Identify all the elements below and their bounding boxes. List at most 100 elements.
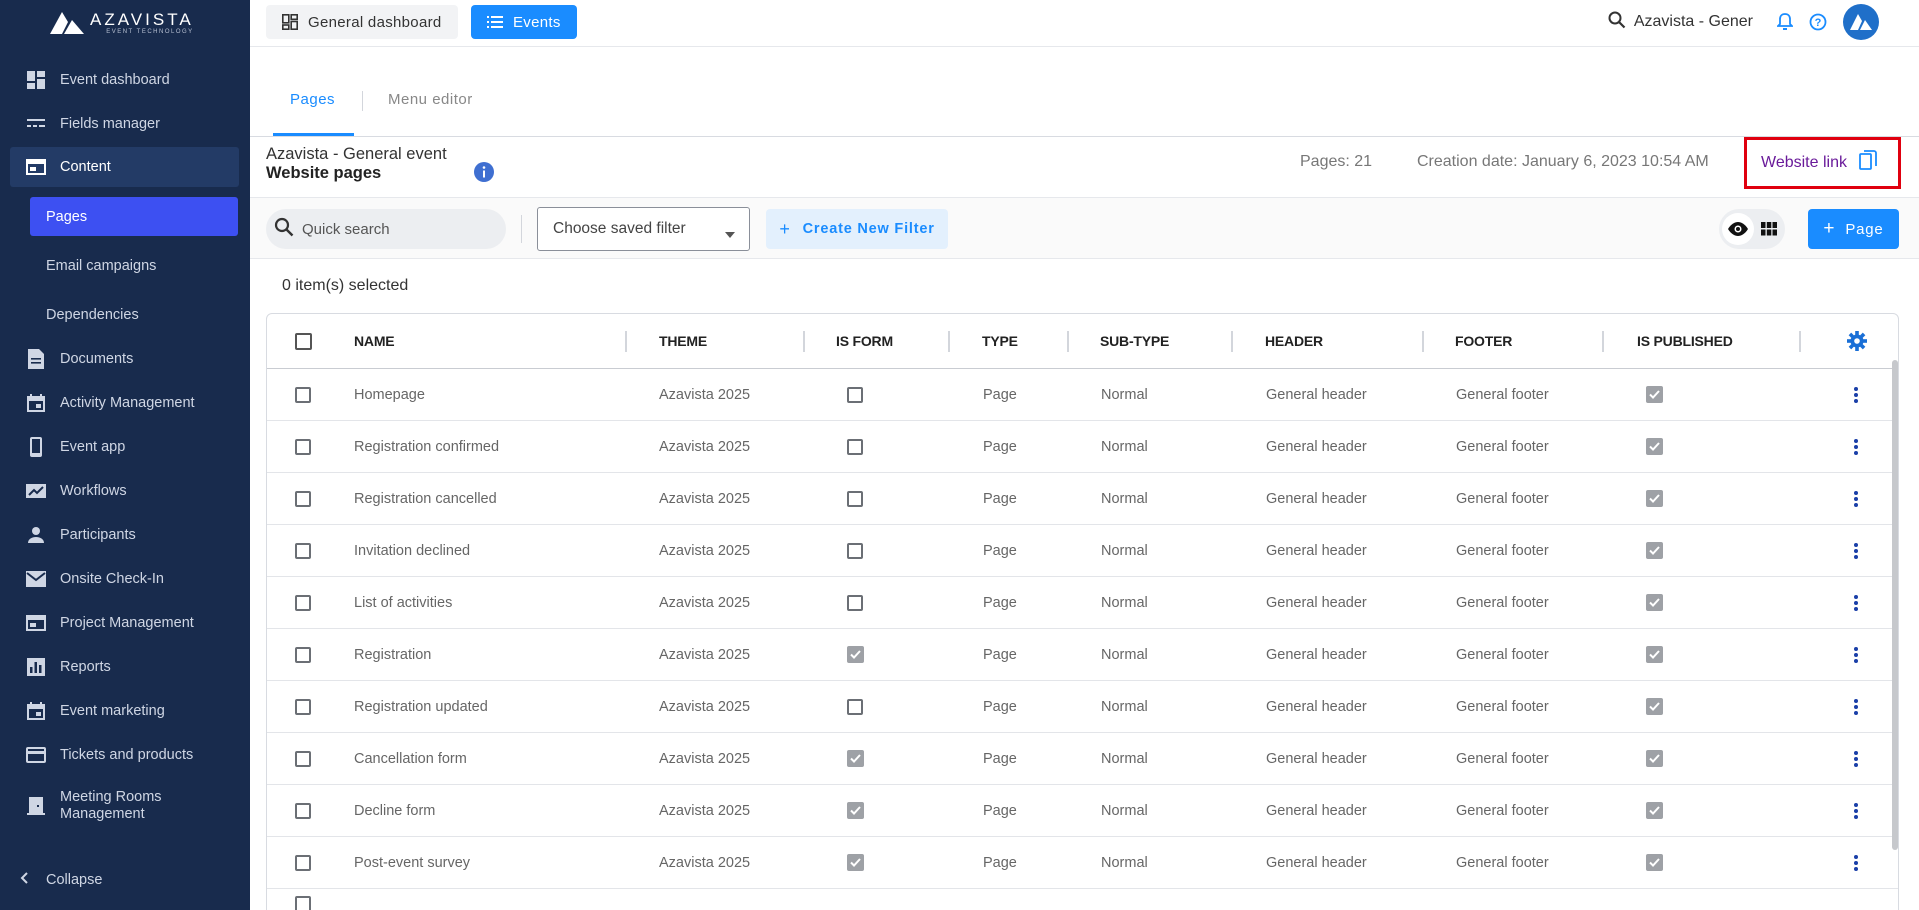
saved-filter-select[interactable]: Choose saved filter bbox=[537, 207, 750, 251]
row-checkbox[interactable] bbox=[295, 577, 311, 628]
row-checkbox[interactable] bbox=[295, 369, 311, 420]
avatar[interactable] bbox=[1843, 4, 1879, 40]
cell-name[interactable]: Registration cancelled bbox=[354, 473, 497, 524]
website-link-button[interactable]: Website link bbox=[1744, 137, 1901, 189]
column-resizer[interactable] bbox=[1602, 331, 1604, 352]
table-row[interactable]: Homepage Azavista 2025 Page Normal General h… bbox=[267, 369, 1898, 421]
cell-name[interactable]: Homepage bbox=[354, 369, 425, 420]
column-header-is-published[interactable]: IS PUBLISHED bbox=[1637, 314, 1733, 368]
more-options-icon[interactable] bbox=[1854, 785, 1858, 836]
cell-name[interactable]: Registration bbox=[354, 629, 431, 680]
column-resizer[interactable] bbox=[1422, 331, 1424, 352]
sidebar-subitem-dependencies[interactable]: Dependencies bbox=[30, 295, 238, 334]
tab-events[interactable]: Events bbox=[471, 5, 577, 39]
tab-general-dashboard[interactable]: General dashboard bbox=[266, 5, 458, 39]
select-all-checkbox[interactable] bbox=[295, 314, 312, 368]
cell-name[interactable]: Registration confirmed bbox=[354, 421, 499, 472]
create-new-filter-button[interactable]: + Create New Filter bbox=[766, 209, 948, 249]
collapse-button[interactable]: Collapse bbox=[20, 872, 102, 888]
cell-name[interactable]: Registration updated bbox=[354, 681, 488, 732]
sidebar-item-workflows[interactable]: Workflows bbox=[10, 471, 239, 511]
table-row[interactable]: Registration updated Azavista 2025 Page Nor… bbox=[267, 681, 1898, 733]
column-header-type[interactable]: TYPE bbox=[982, 314, 1018, 368]
bell-icon[interactable] bbox=[1777, 13, 1793, 31]
more-options-icon[interactable] bbox=[1854, 473, 1858, 524]
row-checkbox[interactable] bbox=[295, 473, 311, 524]
sidebar-item-tickets-and-products[interactable]: Tickets and products bbox=[10, 735, 239, 775]
more-options-icon[interactable] bbox=[1854, 629, 1858, 680]
search-input[interactable] bbox=[302, 220, 482, 238]
row-checkbox[interactable] bbox=[295, 525, 311, 576]
eye-icon[interactable] bbox=[1722, 213, 1754, 245]
org-name[interactable]: Azavista - Gener bbox=[1634, 13, 1753, 31]
sidebar-item-participants[interactable]: Participants bbox=[10, 515, 239, 555]
column-header-is-form[interactable]: IS FORM bbox=[836, 314, 893, 368]
column-header-name[interactable]: NAME bbox=[354, 314, 395, 368]
table-row[interactable]: Cancellation form Azavista 2025 Page Normal… bbox=[267, 733, 1898, 785]
table-row[interactable]: Post-event survey Azavista 2025 Page Normal… bbox=[267, 837, 1898, 889]
cell-name[interactable]: List of activities bbox=[354, 577, 452, 628]
row-checkbox[interactable] bbox=[295, 681, 311, 732]
tab-menu-editor[interactable]: Menu editor bbox=[388, 91, 473, 108]
sidebar-item-event-dashboard[interactable]: Event dashboard bbox=[10, 60, 239, 100]
cell-name[interactable]: Decline form bbox=[354, 785, 435, 836]
row-checkbox[interactable] bbox=[295, 421, 311, 472]
table-row[interactable]: Registration Azavista 2025 Page Normal Gener… bbox=[267, 629, 1898, 681]
column-resizer[interactable] bbox=[625, 331, 627, 352]
row-checkbox[interactable] bbox=[295, 629, 311, 680]
sidebar-item-reports[interactable]: Reports bbox=[10, 647, 239, 687]
add-page-button[interactable]: + Page bbox=[1808, 209, 1899, 249]
gear-icon[interactable] bbox=[1847, 314, 1867, 368]
sidebar-item-event-marketing[interactable]: Event marketing bbox=[10, 691, 239, 731]
sidebar-item-fields-manager[interactable]: Fields manager bbox=[10, 104, 239, 144]
column-resizer[interactable] bbox=[803, 331, 805, 352]
column-header-theme[interactable]: THEME bbox=[659, 314, 707, 368]
column-header-sub-type[interactable]: SUB-TYPE bbox=[1100, 314, 1169, 368]
column-resizer[interactable] bbox=[1067, 331, 1069, 352]
table-row[interactable]: Registration cancelled Azavista 2025 Page N… bbox=[267, 473, 1898, 525]
column-resizer[interactable] bbox=[1799, 331, 1801, 352]
column-header-footer[interactable]: FOOTER bbox=[1455, 314, 1512, 368]
search-icon[interactable] bbox=[1608, 11, 1626, 34]
scrollbar[interactable] bbox=[1892, 360, 1898, 850]
sidebar-item-project-management[interactable]: Project Management bbox=[10, 603, 239, 643]
table-row[interactable]: Invitation declined Azavista 2025 Page Norm… bbox=[267, 525, 1898, 577]
sidebar-item-activity-management[interactable]: Activity Management bbox=[10, 383, 239, 423]
sidebar-subitem-email-campaigns[interactable]: Email campaigns bbox=[30, 246, 238, 285]
cell-name[interactable]: Post-event survey bbox=[354, 837, 470, 888]
table-row[interactable]: Registration confirmed Azavista 2025 Page N… bbox=[267, 421, 1898, 473]
table-row[interactable]: Decline form Azavista 2025 Page Normal Gener… bbox=[267, 785, 1898, 837]
sidebar-item-meeting-rooms-management[interactable]: Meeting Rooms Management bbox=[10, 782, 239, 830]
cell-name[interactable]: Invitation declined bbox=[354, 525, 470, 576]
row-checkbox[interactable] bbox=[295, 889, 311, 910]
column-resizer[interactable] bbox=[1231, 331, 1233, 352]
row-checkbox[interactable] bbox=[295, 785, 311, 836]
row-checkbox[interactable] bbox=[295, 733, 311, 784]
sidebar-item-onsite-check-in[interactable]: Onsite Check-In bbox=[10, 559, 239, 599]
column-resizer[interactable] bbox=[948, 331, 950, 352]
more-options-icon[interactable] bbox=[1854, 837, 1858, 888]
row-checkbox[interactable] bbox=[295, 837, 311, 888]
tab-pages[interactable]: Pages bbox=[290, 91, 335, 108]
table-row[interactable]: List of activities Azavista 2025 Page Norma… bbox=[267, 577, 1898, 629]
sidebar-item-content[interactable]: Content bbox=[10, 147, 239, 187]
grid-icon[interactable] bbox=[1754, 213, 1786, 245]
more-options-icon[interactable] bbox=[1854, 525, 1858, 576]
help-icon[interactable]: ? bbox=[1809, 13, 1827, 31]
cell-name[interactable]: Cancellation form bbox=[354, 733, 467, 784]
column-header-header[interactable]: HEADER bbox=[1265, 314, 1323, 368]
quick-search[interactable] bbox=[266, 209, 506, 249]
sidebar-item-label: Participants bbox=[60, 527, 136, 543]
more-options-icon[interactable] bbox=[1854, 369, 1858, 420]
copy-icon[interactable] bbox=[1859, 150, 1877, 176]
sidebar-item-documents[interactable]: Documents bbox=[10, 339, 239, 379]
more-options-icon[interactable] bbox=[1854, 681, 1858, 732]
more-options-icon[interactable] bbox=[1854, 733, 1858, 784]
sidebar-item-event-app[interactable]: Event app bbox=[10, 427, 239, 467]
azavista-logo[interactable]: AZAVISTA EVENT TECHNOLOGY bbox=[0, 0, 250, 46]
more-options-icon[interactable] bbox=[1854, 577, 1858, 628]
website-link[interactable]: Website link bbox=[1761, 154, 1847, 172]
sidebar-subitem-pages[interactable]: Pages bbox=[30, 197, 238, 236]
more-options-icon[interactable] bbox=[1854, 421, 1858, 472]
info-icon[interactable] bbox=[474, 162, 494, 187]
